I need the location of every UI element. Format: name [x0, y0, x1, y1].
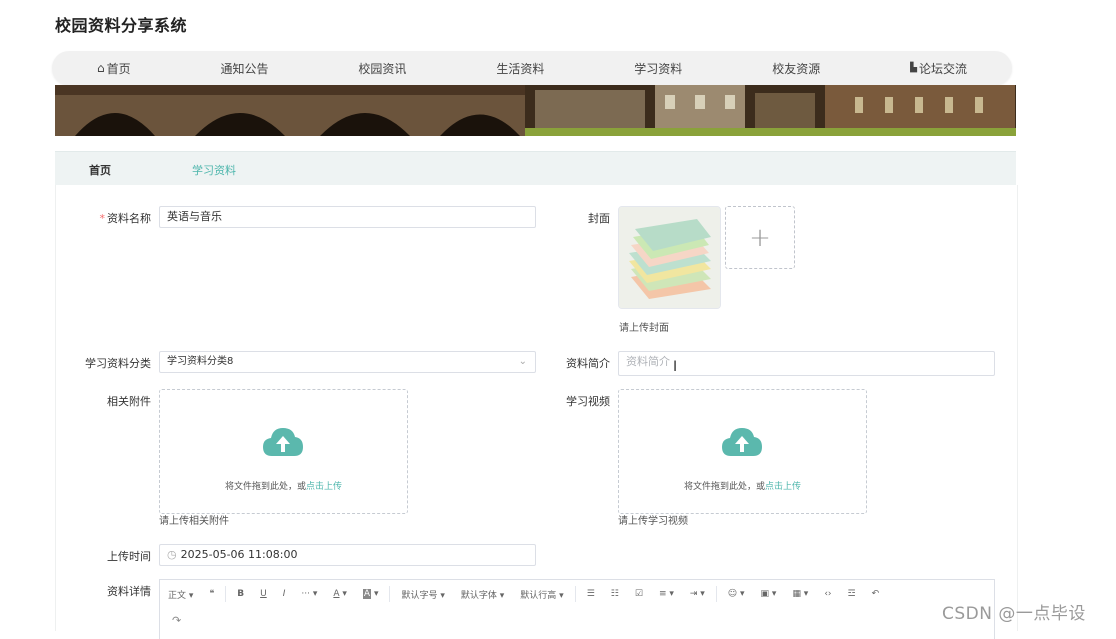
font-family-dropdown[interactable]: 默认字体 ▾	[453, 588, 512, 601]
intro-placeholder: 资料简介	[626, 355, 670, 368]
line-height-dropdown[interactable]: 默认行高 ▾	[512, 588, 571, 601]
dropzone-text: 将文件拖到此处，或点击上传	[619, 479, 866, 492]
dropzone-instruction: 将文件拖到此处，或	[683, 482, 765, 492]
forum-icon: ▙	[910, 63, 918, 73]
more-label: ···	[301, 589, 310, 599]
background-color-icon[interactable]: A ▾	[355, 589, 387, 599]
nav-forum[interactable]: ▙ 论坛交流	[910, 60, 967, 77]
upload-time-value: 2025-05-06 11:08:00	[180, 548, 298, 561]
name-input[interactable]: 英语与音乐	[159, 206, 536, 228]
upload-time-label: 上传时间	[107, 550, 151, 563]
font-family-label: 默认字体	[460, 590, 497, 601]
paragraph-dropdown[interactable]: 正文 ▾	[160, 588, 201, 601]
category-select[interactable]: 学习资料分类8 ⌄	[159, 351, 536, 373]
toolbar-divider	[389, 586, 391, 602]
nav-home-label: 首页	[106, 61, 131, 76]
nav-life-materials[interactable]: 生活资料	[496, 60, 544, 77]
more-icon[interactable]: ··· ▾	[293, 589, 325, 599]
nav-campus-news[interactable]: 校园资讯	[358, 60, 406, 77]
category-label: 学习资料分类	[85, 357, 151, 370]
nav-study-materials-label: 学习资料	[634, 61, 683, 76]
upload-time-input[interactable]: ◷ 2025-05-06 11:08:00	[159, 544, 536, 566]
quote-icon[interactable]: ❝	[201, 589, 222, 599]
font-size-label: 默认字号	[401, 590, 438, 601]
numbered-list-icon[interactable]: ☷	[603, 589, 627, 599]
add-cover-button[interactable]: +	[725, 206, 795, 269]
video-hint: 请上传学习视频	[618, 516, 688, 527]
bg-color-label: A	[362, 589, 372, 599]
font-color-icon[interactable]: A ▾	[325, 589, 355, 599]
align-icon[interactable]: ≡ ▾	[651, 589, 682, 599]
cover-label: 封面	[588, 212, 610, 225]
click-upload-link[interactable]: 点击上传	[306, 482, 342, 492]
main-nav: ⌂ 首页 通知公告 校园资讯 生活资料 学习资料 校友资源 ▙ 论坛交流	[52, 51, 1012, 85]
site-title: 校园资料分享系统	[55, 16, 188, 35]
required-marker: *	[99, 212, 106, 225]
nav-alumni[interactable]: 校友资源	[772, 60, 820, 77]
video-label: 学习视频	[566, 395, 610, 408]
underline-icon[interactable]: U	[252, 589, 275, 599]
editor-toolbar: 正文 ▾ ❝ B U I ··· ▾ A ▾ A ▾ 默认字号 ▾ 默认字体 ▾…	[160, 580, 994, 608]
toolbar-divider	[715, 586, 717, 602]
font-size-dropdown[interactable]: 默认字号 ▾	[393, 588, 452, 601]
undo-icon[interactable]: ↶	[864, 589, 888, 599]
cover-hint: 请上传封面	[619, 323, 669, 334]
home-icon: ⌂	[96, 61, 105, 75]
clock-icon: ◷	[167, 548, 177, 561]
click-upload-link[interactable]: 点击上传	[765, 482, 801, 492]
nav-life-materials-label: 生活资料	[496, 61, 545, 76]
nav-notices-label: 通知公告	[220, 61, 269, 76]
cloud-upload-icon	[263, 428, 303, 456]
indent-icon[interactable]: ⇥ ▾	[682, 589, 713, 599]
nav-home[interactable]: ⌂ 首页	[97, 60, 131, 77]
emoji-icon[interactable]: ☺ ▾	[720, 589, 753, 599]
image-icon[interactable]: ▣ ▾	[753, 589, 785, 599]
nav-alumni-label: 校友资源	[772, 61, 821, 76]
category-select-value: 学习资料分类8	[167, 356, 234, 367]
rich-text-editor[interactable]: 正文 ▾ ❝ B U I ··· ▾ A ▾ A ▾ 默认字号 ▾ 默认字体 ▾…	[159, 579, 995, 639]
campus-banner	[55, 85, 1016, 136]
detail-label: 资料详情	[107, 585, 151, 598]
attachment-dropzone[interactable]: 将文件拖到此处，或点击上传	[159, 389, 408, 514]
code-icon[interactable]: ‹›	[816, 589, 839, 599]
divider-line-icon[interactable]: ☲	[840, 589, 864, 599]
paragraph-label: 正文	[168, 590, 187, 601]
font-color-label: A	[333, 589, 340, 599]
cloud-upload-icon	[722, 428, 762, 456]
breadcrumb-current: 学习资料	[192, 164, 236, 177]
intro-label: 资料简介	[566, 357, 610, 370]
watermark: CSDN @一点毕设	[942, 604, 1086, 624]
redo-icon[interactable]: ↷	[172, 614, 181, 627]
cover-image[interactable]	[618, 206, 721, 309]
toolbar-divider	[574, 586, 576, 602]
name-label: * 资料名称	[61, 210, 152, 226]
nav-notices[interactable]: 通知公告	[221, 60, 269, 77]
todo-list-icon[interactable]: ☑	[627, 589, 651, 599]
italic-icon[interactable]: I	[275, 589, 294, 599]
dropzone-instruction: 将文件拖到此处，或	[224, 482, 306, 492]
breadcrumb-home[interactable]: 首页	[89, 162, 111, 178]
bullet-list-icon[interactable]: ☰	[579, 589, 603, 599]
line-height-label: 默认行高	[520, 590, 557, 601]
name-label-text: 资料名称	[107, 212, 151, 225]
text-cursor-icon: I	[673, 359, 678, 375]
toolbar-divider	[225, 586, 227, 602]
table-icon[interactable]: ▦ ▾	[784, 589, 816, 599]
bold-icon[interactable]: B	[229, 589, 252, 599]
plus-icon: +	[749, 222, 771, 253]
video-dropzone[interactable]: 将文件拖到此处，或点击上传	[618, 389, 867, 514]
nav-forum-label: 论坛交流	[919, 61, 968, 76]
nav-campus-news-label: 校园资讯	[358, 61, 407, 76]
attachment-label: 相关附件	[107, 395, 151, 408]
dropzone-text: 将文件拖到此处，或点击上传	[160, 479, 407, 492]
nav-study-materials[interactable]: 学习资料	[634, 60, 682, 77]
attachment-hint: 请上传相关附件	[159, 516, 229, 527]
breadcrumb: 首页 学习资料	[55, 151, 1016, 185]
